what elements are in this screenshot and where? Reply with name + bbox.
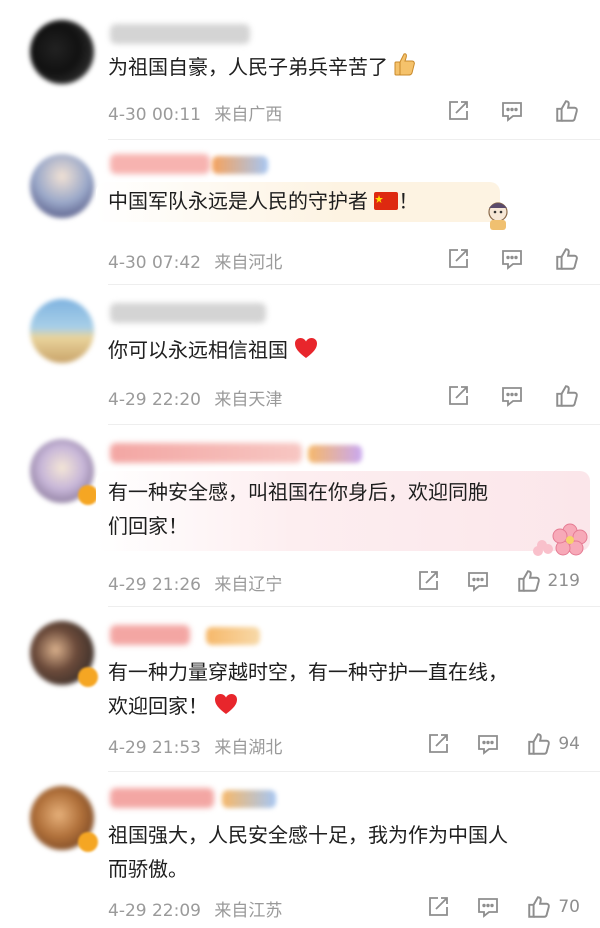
username[interactable]: [110, 24, 250, 44]
comment-button[interactable]: [466, 569, 490, 593]
comment-location: 来自河北: [214, 253, 283, 273]
comment-list: 为祖国自豪，人民子弟兵辛苦了 4-30 00:11 来自广西 中国军队永远是人民…: [0, 0, 600, 928]
like-button[interactable]: 219: [516, 568, 580, 594]
avatar-badge: [78, 667, 98, 687]
comment-icon: [502, 102, 522, 122]
avatar[interactable]: [30, 299, 94, 363]
thumbs-up-icon: [556, 248, 578, 270]
username[interactable]: [110, 443, 302, 463]
comment-item: 你可以永远相信祖国 4-29 22:20 来自天津: [0, 285, 600, 425]
comment-icon: [502, 387, 522, 407]
share-icon: [429, 734, 449, 753]
comment-location: 来自天津: [214, 390, 283, 410]
share-button[interactable]: [446, 247, 470, 271]
comment-text: 你可以永远相信祖国: [108, 333, 580, 369]
thumbs-up-icon: [556, 100, 578, 122]
share-icon: [429, 897, 449, 916]
red-heart-emoji: [294, 335, 318, 369]
share-button[interactable]: [416, 569, 440, 593]
comment-item: 中国军队永远是人民的守护者 ！ 4-30 07:42 来自河北: [0, 140, 600, 285]
like-count: 70: [558, 897, 580, 917]
comment-item: 祖国强大，人民安全感十足，我为作为中国人 而骄傲。 4-29 22:09 来自江…: [0, 772, 600, 928]
comment-meta: 4-29 21:26 来自辽宁: [108, 570, 290, 595]
comment-button[interactable]: [500, 384, 524, 408]
like-button[interactable]: 94: [526, 731, 580, 757]
comment-location: 来自江苏: [214, 901, 283, 921]
thumbs-up-icon: [528, 733, 551, 755]
share-icon: [449, 101, 468, 120]
user-badge: [206, 627, 260, 645]
thumbs-up-icon: [517, 570, 540, 592]
share-button[interactable]: [426, 732, 450, 756]
username[interactable]: [110, 625, 190, 645]
cherry-blossom-sticker: [530, 517, 590, 561]
share-button[interactable]: [446, 99, 470, 123]
user-badge: [222, 790, 276, 808]
comment-meta: 4-30 00:11 来自广西: [108, 100, 290, 125]
comment-time: 4-29 22:09: [108, 901, 201, 921]
comment-meta: 4-29 21:53 来自湖北: [108, 733, 290, 758]
comment-item: 有一种安全感，叫祖国在你身后，欢迎同胞 们回家！ 4-29 21:26 来自辽宁…: [0, 425, 600, 607]
comment-location: 来自辽宁: [214, 575, 283, 595]
like-button[interactable]: 70: [526, 894, 580, 920]
comment-meta: 4-29 22:09 来自江苏: [108, 896, 290, 921]
comment-meta: 4-29 22:20 来自天津: [108, 385, 290, 410]
comment-item: 为祖国自豪，人民子弟兵辛苦了 4-30 00:11 来自广西: [0, 0, 600, 140]
user-badge: [212, 156, 268, 174]
red-heart-emoji: [214, 691, 238, 725]
avatar[interactable]: [30, 154, 94, 218]
comment-icon: [478, 898, 499, 918]
like-count: 94: [558, 734, 580, 754]
avatar-badge: [78, 485, 98, 505]
comment-button[interactable]: [500, 99, 524, 123]
comment-time: 4-30 07:42: [108, 253, 201, 273]
decorative-sticker: [480, 198, 516, 238]
comment-item: 有一种力量穿越时空，有一种守护一直在线， 欢迎回家！ 4-29 21:53 来自…: [0, 607, 600, 772]
comment-text: 祖国强大，人民安全感十足，我为作为中国人 而骄傲。: [108, 823, 508, 881]
username[interactable]: [110, 303, 266, 323]
comment-location: 来自湖北: [214, 738, 283, 758]
like-count: 219: [547, 571, 580, 591]
like-button[interactable]: [554, 246, 580, 272]
thumbs-up-icon: [528, 896, 551, 918]
share-button[interactable]: [446, 384, 470, 408]
comment-icon: [467, 572, 488, 592]
share-button[interactable]: [426, 895, 450, 919]
comment-button[interactable]: [476, 732, 500, 756]
comment-time: 4-29 22:20: [108, 390, 201, 410]
comment-icon: [502, 250, 522, 270]
china-flag-emoji: [374, 186, 399, 220]
avatar-badge: [78, 832, 98, 852]
like-button[interactable]: [554, 98, 580, 124]
like-button[interactable]: [554, 383, 580, 409]
comment-button[interactable]: [476, 895, 500, 919]
thumbs-up-emoji: [394, 52, 416, 86]
share-icon: [449, 386, 468, 405]
thumbs-up-icon: [556, 385, 578, 407]
comment-icon: [478, 735, 499, 755]
user-badge: [308, 445, 362, 463]
comment-time: 4-29 21:26: [108, 575, 201, 595]
comment-location: 来自广西: [214, 105, 283, 125]
username[interactable]: [110, 788, 214, 808]
comment-time: 4-30 00:11: [108, 105, 201, 125]
comment-meta: 4-30 07:42 来自河北: [108, 248, 290, 273]
comment-text: 有一种力量穿越时空，有一种守护一直在线， 欢迎回家！: [108, 655, 580, 725]
avatar[interactable]: [30, 20, 94, 84]
comment-button[interactable]: [500, 247, 524, 271]
comment-text: 为祖国自豪，人民子弟兵辛苦了: [108, 50, 580, 86]
share-icon: [449, 249, 468, 268]
comment-text: 有一种安全感，叫祖国在你身后，欢迎同胞 们回家！: [108, 480, 488, 538]
share-icon: [418, 571, 438, 590]
comment-time: 4-29 21:53: [108, 738, 201, 758]
username[interactable]: [110, 154, 210, 174]
